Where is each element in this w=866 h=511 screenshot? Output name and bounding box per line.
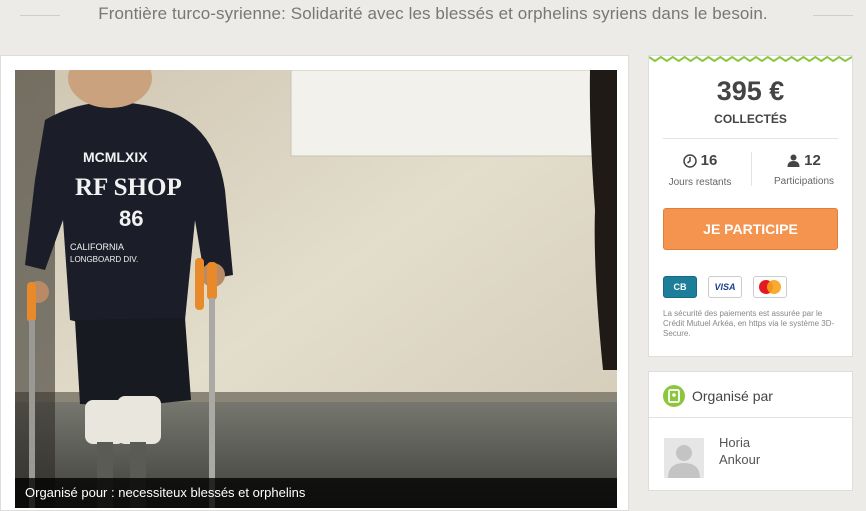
mastercard-icon (753, 276, 787, 298)
payment-methods: CB VISA (663, 276, 787, 298)
shirt-line-3: 86 (119, 206, 143, 231)
stats-divider (663, 138, 838, 139)
amount-collected: 395 € (716, 76, 785, 106)
shirt-line-1: MCMLXIX (83, 149, 148, 165)
organizer-card: Organisé par Horia Ankour (648, 371, 853, 491)
cb-card-icon: CB (663, 276, 697, 298)
days-remaining-value: 16 (700, 152, 718, 169)
page-title-bar: Frontière turco-syrienne: Solidarité ave… (0, 0, 866, 40)
card-zigzag-border (649, 56, 852, 62)
organizer-name[interactable]: Horia Ankour (719, 434, 760, 468)
shirt-line-2: RF SHOP (75, 174, 182, 201)
organizer-first-name: Horia (719, 435, 751, 450)
stats-vertical-divider (751, 152, 752, 186)
organizer-last-name: Ankour (719, 452, 761, 467)
organizer-header: Organisé par (663, 385, 773, 407)
shirt-line-5: LONGBOARD DIV. (70, 255, 138, 264)
payment-security-note: La sécurité des paiements est assurée pa… (663, 309, 835, 338)
participations-label: Participations (773, 176, 835, 187)
shirt-line-4: CALIFORNIA (70, 242, 124, 252)
participations-stat: 12 Participations (759, 152, 849, 187)
photo-caption: Organisé pour : necessiteux blessés et o… (15, 478, 617, 508)
days-remaining-label: Jours restants (668, 176, 732, 188)
amount-collected-label: COLLECTÉS (714, 112, 787, 126)
participate-button[interactable]: JE PARTICIPE (663, 208, 838, 250)
photo-illustration: MCMLXIX RF SHOP 86 CALIFORNIA LONGBOARD … (15, 70, 617, 508)
organizer-divider (649, 417, 852, 418)
participations-value: 12 (804, 152, 821, 169)
funding-stats-card: 395 € COLLECTÉS 16 Jours restants 12 Par… (648, 55, 853, 357)
campaign-media-card: MCMLXIX RF SHOP 86 CALIFORNIA LONGBOARD … (0, 55, 629, 511)
user-icon (787, 154, 800, 167)
days-remaining-stat: 16 Jours restants (655, 152, 745, 188)
badge-icon (663, 385, 685, 407)
campaign-photo[interactable]: MCMLXIX RF SHOP 86 CALIFORNIA LONGBOARD … (15, 70, 617, 508)
visa-card-icon: VISA (708, 276, 742, 298)
user-avatar-icon (664, 438, 704, 478)
organizer-avatar[interactable] (664, 438, 704, 478)
clock-icon (682, 153, 697, 168)
organizer-heading: Organisé par (692, 388, 773, 404)
page-title: Frontière turco-syrienne: Solidarité ave… (0, 4, 866, 24)
